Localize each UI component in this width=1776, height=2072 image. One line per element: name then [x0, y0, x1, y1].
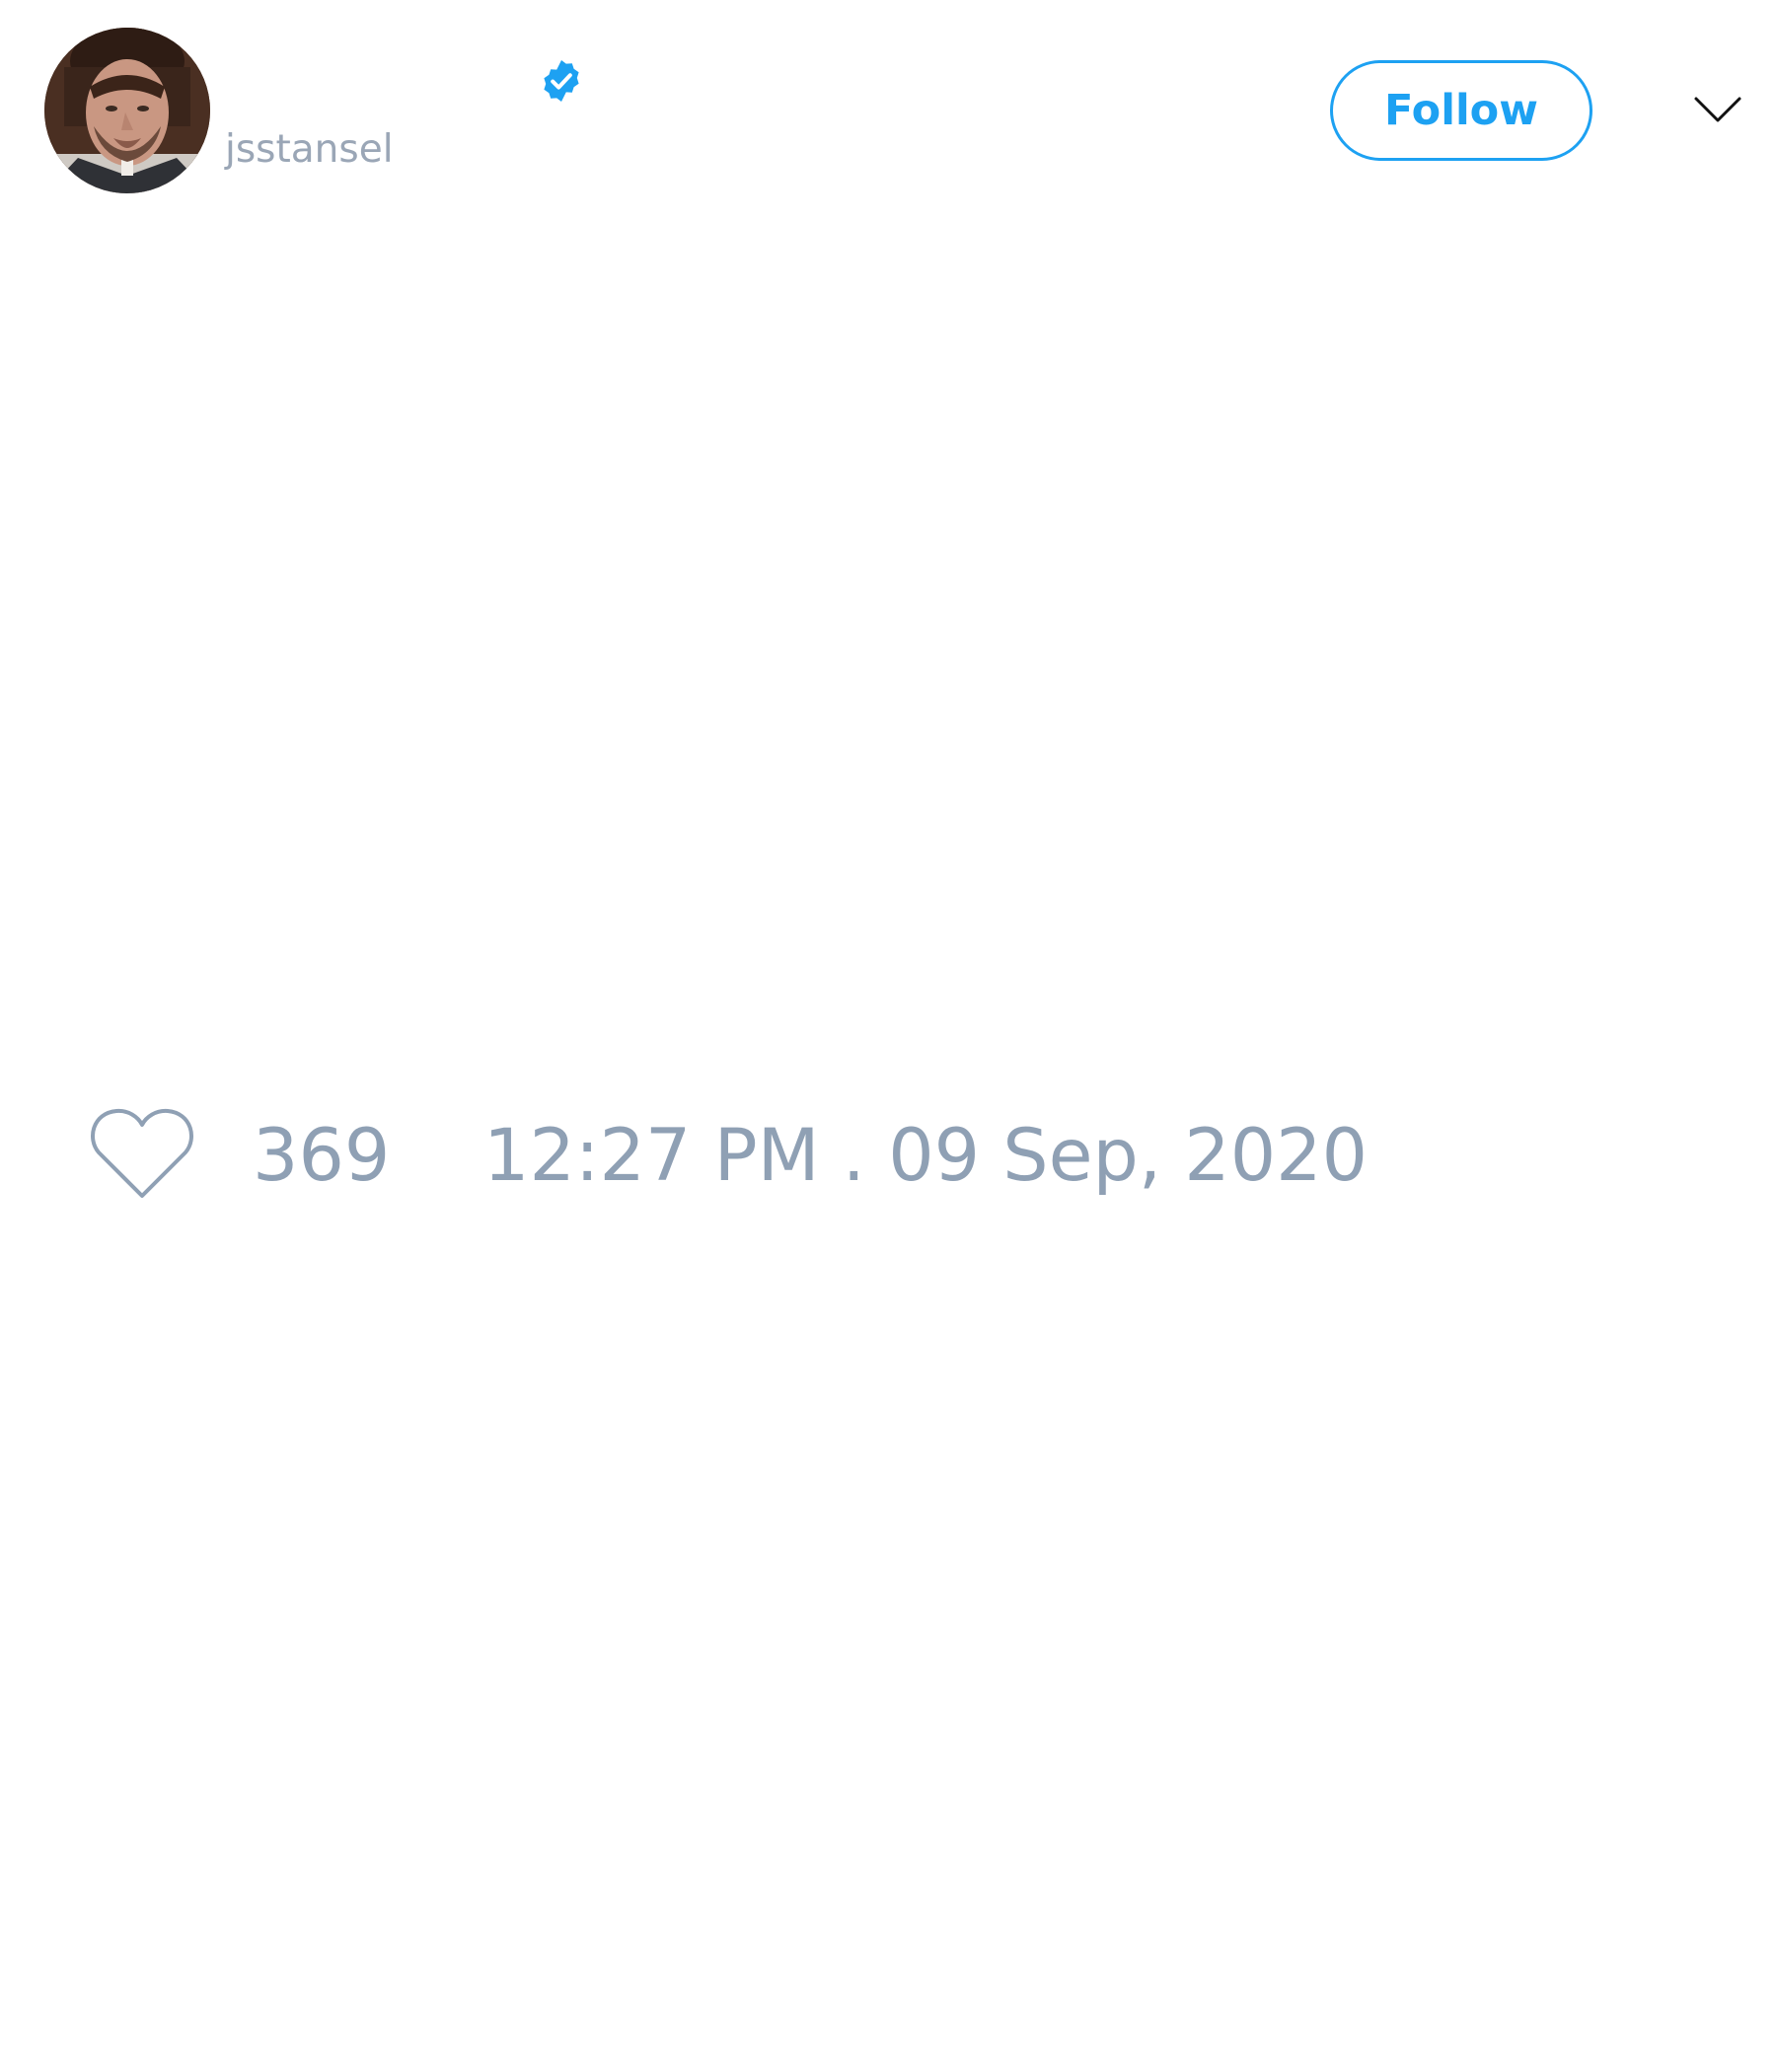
avatar[interactable] [44, 28, 210, 193]
tweet-timestamp[interactable]: 12:27 PM . 09 Sep, 2020 [483, 1113, 1368, 1200]
chevron-down-icon[interactable] [1693, 91, 1742, 130]
avatar-photo [44, 28, 210, 193]
follow-button[interactable]: Follow [1330, 60, 1592, 161]
like-count: 369 [253, 1114, 391, 1198]
author-handle[interactable]: jsstansel [225, 126, 394, 174]
heart-icon[interactable] [89, 1105, 195, 1202]
verified-badge-icon [544, 60, 579, 102]
